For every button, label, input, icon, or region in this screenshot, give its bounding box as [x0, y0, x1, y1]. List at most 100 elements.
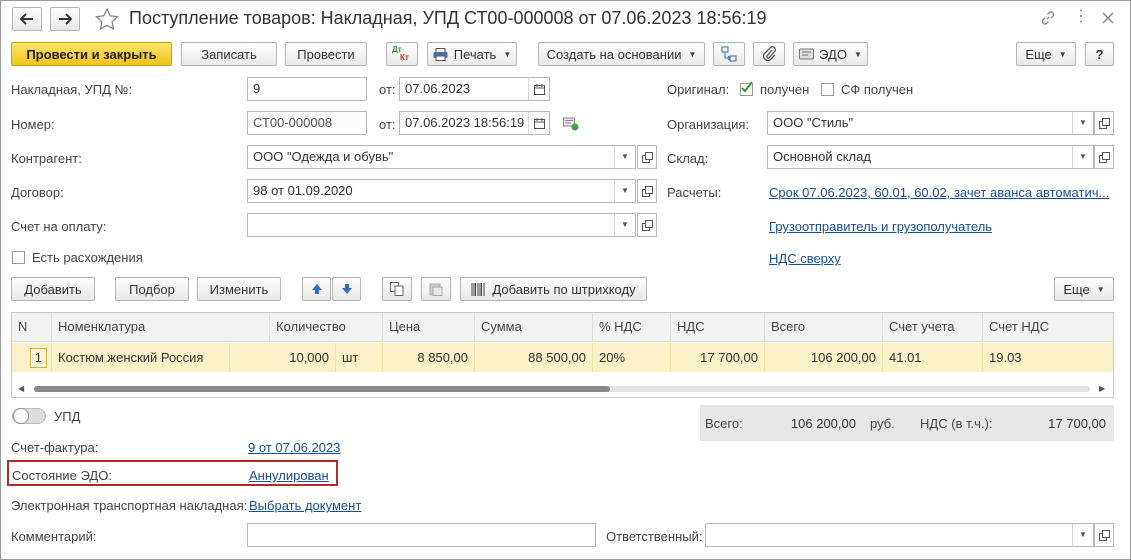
vat-on-top-link[interactable]: НДС сверху: [769, 251, 841, 266]
open-payment-invoice-button[interactable]: [637, 213, 657, 237]
open-responsible-button[interactable]: [1094, 523, 1114, 547]
cell-account[interactable]: 41.01: [883, 343, 983, 372]
col-header-qty[interactable]: Количество: [270, 313, 383, 341]
col-header-vat[interactable]: НДС: [671, 313, 765, 341]
invoice-number-field[interactable]: 9: [247, 77, 367, 101]
edit-button[interactable]: Изменить: [197, 277, 281, 301]
cell-qty[interactable]: 10,000: [230, 343, 336, 372]
ettn-select-link[interactable]: Выбрать документ: [249, 498, 361, 513]
col-header-account[interactable]: Счет учета: [883, 313, 983, 341]
open-warehouse-button[interactable]: [1094, 145, 1114, 169]
close-icon[interactable]: [1102, 12, 1114, 24]
help-button[interactable]: ?: [1085, 42, 1114, 66]
table-more-button[interactable]: Еще ▼: [1054, 277, 1114, 301]
col-header-vat-rate[interactable]: % НДС: [593, 313, 671, 341]
edo-button[interactable]: ЭДО ▼: [793, 42, 868, 66]
post-and-close-button[interactable]: Провести и закрыть: [11, 42, 172, 66]
cell-sum[interactable]: 88 500,00: [475, 343, 593, 372]
paste-icon: [429, 283, 443, 296]
cell-vat-account[interactable]: 19.03: [983, 343, 1113, 372]
comment-label: Комментарий:: [11, 529, 97, 544]
cell-total[interactable]: 106 200,00: [765, 343, 883, 372]
organization-field[interactable]: ООО "Стиль" ▼: [767, 111, 1094, 135]
chevron-down-icon[interactable]: ▼: [1072, 524, 1093, 546]
col-header-total[interactable]: Всего: [765, 313, 883, 341]
discrepancies-checkbox[interactable]: [12, 251, 25, 264]
back-button[interactable]: [12, 7, 42, 31]
create-based-on-button[interactable]: Создать на основании ▼: [538, 42, 705, 66]
move-down-button[interactable]: [332, 277, 361, 301]
dt-kt-button[interactable]: Дт Кт: [386, 42, 418, 66]
open-counterparty-button[interactable]: [637, 145, 657, 169]
chevron-down-icon[interactable]: ▼: [614, 146, 635, 168]
col-header-item[interactable]: Номенклатура: [52, 313, 270, 341]
totals-panel: Всего: 106 200,00 руб. НДС (в т.ч.): 17 …: [700, 405, 1114, 441]
contract-field[interactable]: 98 от 01.09.2020 ▼: [247, 179, 636, 203]
write-button[interactable]: Записать: [181, 42, 277, 66]
message-icon[interactable]: [563, 117, 579, 131]
invoice-date-field[interactable]: 07.06.2023: [399, 77, 550, 101]
warehouse-field[interactable]: Основной склад ▼: [767, 145, 1094, 169]
settlements-label: Расчеты:: [667, 185, 722, 200]
col-header-price[interactable]: Цена: [383, 313, 475, 341]
calendar-icon[interactable]: [528, 78, 549, 100]
print-button[interactable]: Печать ▼: [427, 42, 517, 66]
chevron-down-icon[interactable]: ▼: [1072, 146, 1093, 168]
total-value: 106 200,00: [790, 416, 856, 431]
cell-unit[interactable]: шт: [336, 343, 383, 372]
table-row[interactable]: 1 Костюм женский Россия 10,000 шт 8 850,…: [12, 343, 1113, 372]
counterparty-field[interactable]: ООО "Одежда и обувь" ▼: [247, 145, 636, 169]
original-received-checkbox[interactable]: [740, 81, 753, 96]
forward-button[interactable]: [50, 7, 80, 31]
col-header-vat-account[interactable]: Счет НДС: [983, 313, 1113, 341]
link-icon[interactable]: [1040, 10, 1056, 26]
open-icon: [641, 219, 653, 231]
scroll-left-icon[interactable]: ◀: [18, 384, 24, 393]
horizontal-scrollbar[interactable]: ◀ ▶: [12, 383, 1113, 397]
number-label: Номер:: [11, 117, 55, 132]
comment-field[interactable]: [247, 523, 596, 547]
move-up-button[interactable]: [302, 277, 331, 301]
open-contract-button[interactable]: [637, 179, 657, 203]
structure-button[interactable]: [713, 42, 745, 66]
paste-rows-button[interactable]: [421, 277, 451, 301]
more-window-icon[interactable]: ⋮: [1073, 6, 1089, 26]
shipper-consignee-link[interactable]: Грузоотправитель и грузополучатель: [769, 219, 992, 234]
responsible-field[interactable]: ▼: [705, 523, 1094, 547]
cell-item[interactable]: Костюм женский Россия: [52, 343, 230, 372]
total-label: Всего:: [705, 416, 743, 431]
number-date-field[interactable]: 07.06.2023 18:56:19: [399, 111, 550, 135]
payment-invoice-field[interactable]: ▼: [247, 213, 636, 237]
add-by-barcode-button[interactable]: Добавить по штрихкоду: [460, 277, 647, 301]
dt-kt-icon: Дт Кт: [392, 45, 409, 62]
cell-vat-rate[interactable]: 20%: [593, 343, 671, 372]
attach-button[interactable]: [753, 42, 785, 66]
scrollbar-thumb[interactable]: [34, 386, 610, 392]
more-button[interactable]: Еще ▼: [1016, 42, 1076, 66]
add-row-button[interactable]: Добавить: [11, 277, 95, 301]
vat-total-label: НДС (в т.ч.):: [920, 416, 993, 431]
post-button[interactable]: Провести: [285, 42, 367, 66]
col-header-sum[interactable]: Сумма: [475, 313, 593, 341]
open-icon: [1098, 151, 1110, 163]
upd-toggle[interactable]: [12, 408, 46, 424]
open-organization-button[interactable]: [1094, 111, 1114, 135]
invoice-factura-link[interactable]: 9 от 07.06.2023: [248, 440, 340, 455]
copy-rows-button[interactable]: [382, 277, 412, 301]
settlements-link[interactable]: Срок 07.06.2023, 60.01, 60.02, зачет ава…: [769, 185, 1109, 200]
chevron-down-icon[interactable]: ▼: [614, 180, 635, 202]
chevron-down-icon[interactable]: ▼: [1072, 112, 1093, 134]
cell-n[interactable]: 1: [12, 343, 52, 372]
col-header-n[interactable]: N: [12, 313, 52, 341]
cell-vat[interactable]: 17 700,00: [671, 343, 765, 372]
scroll-right-icon[interactable]: ▶: [1099, 384, 1105, 393]
chevron-down-icon[interactable]: ▼: [614, 214, 635, 236]
number-field[interactable]: СТ00-000008: [247, 111, 367, 135]
calendar-icon[interactable]: [528, 112, 549, 134]
edo-state-link[interactable]: Аннулирован: [249, 468, 329, 483]
cell-price[interactable]: 8 850,00: [383, 343, 475, 372]
original-received-label: получен: [760, 82, 810, 97]
sf-received-checkbox[interactable]: [821, 83, 834, 96]
favorite-star-icon[interactable]: [95, 8, 119, 30]
select-button[interactable]: Подбор: [115, 277, 189, 301]
